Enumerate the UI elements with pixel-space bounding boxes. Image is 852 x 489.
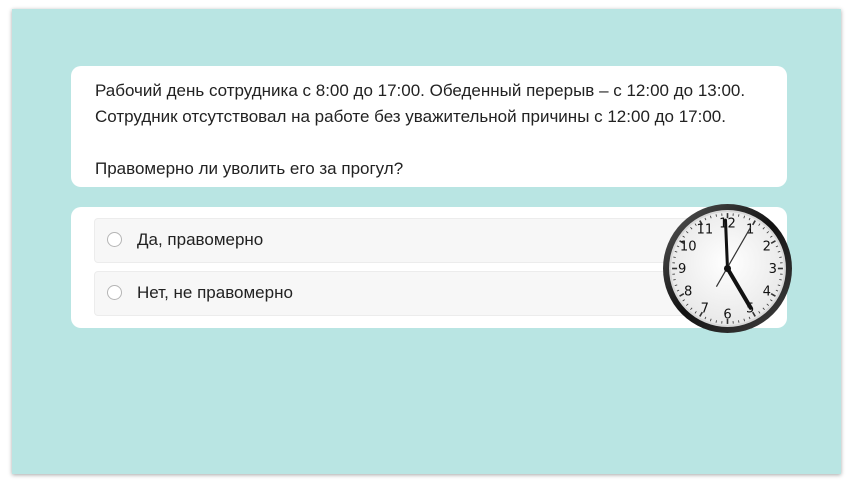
clock-number-2: 2 [763,239,771,254]
clock-number-6: 6 [723,307,731,322]
question-spacer [95,130,763,156]
clock-minute-hand [723,218,730,271]
clock-tick [715,214,717,217]
answer-option-label: Нет, не правомерно [137,283,293,302]
clock-tick [738,214,740,217]
clock-center-cap [723,264,732,273]
question-text-line-2: Сотрудник отсутствовал на работе без ува… [95,107,726,126]
clock-number-9: 9 [678,262,686,277]
slide-background: Рабочий день сотрудника с 8:00 до 17:00.… [12,9,841,474]
clock-number-11: 11 [696,223,713,238]
clock-number-4: 4 [763,285,771,300]
clock-tick [715,320,717,323]
radio-button[interactable] [107,285,122,300]
clock-tick [673,256,676,258]
clock-number-1: 1 [746,223,754,238]
question-prompt: Правомерно ли уволить его за прогул? [95,159,404,178]
clock-number-7: 7 [701,301,709,316]
question-text-line-1: Рабочий день сотрудника с 8:00 до 17:00.… [95,81,746,100]
clock-number-10: 10 [680,239,697,254]
radio-button[interactable] [107,232,122,247]
clock-number-3: 3 [769,262,777,277]
answer-option-label: Да, правомерно [137,230,264,249]
question-card: Рабочий день сотрудника с 8:00 до 17:00.… [71,66,787,187]
answer-option-yes[interactable]: Да, правомерно [94,218,734,263]
clock-tick [779,279,782,281]
clock-number-8: 8 [684,285,692,300]
clock-tick [673,279,676,281]
clock-number-12: 12 [719,217,736,232]
clock-tick [779,256,782,258]
answer-option-no[interactable]: Нет, не правомерно [94,271,734,316]
clock-tick [738,320,740,323]
clock-icon: 12 1 2 3 4 5 6 7 8 9 10 11 [663,204,792,333]
